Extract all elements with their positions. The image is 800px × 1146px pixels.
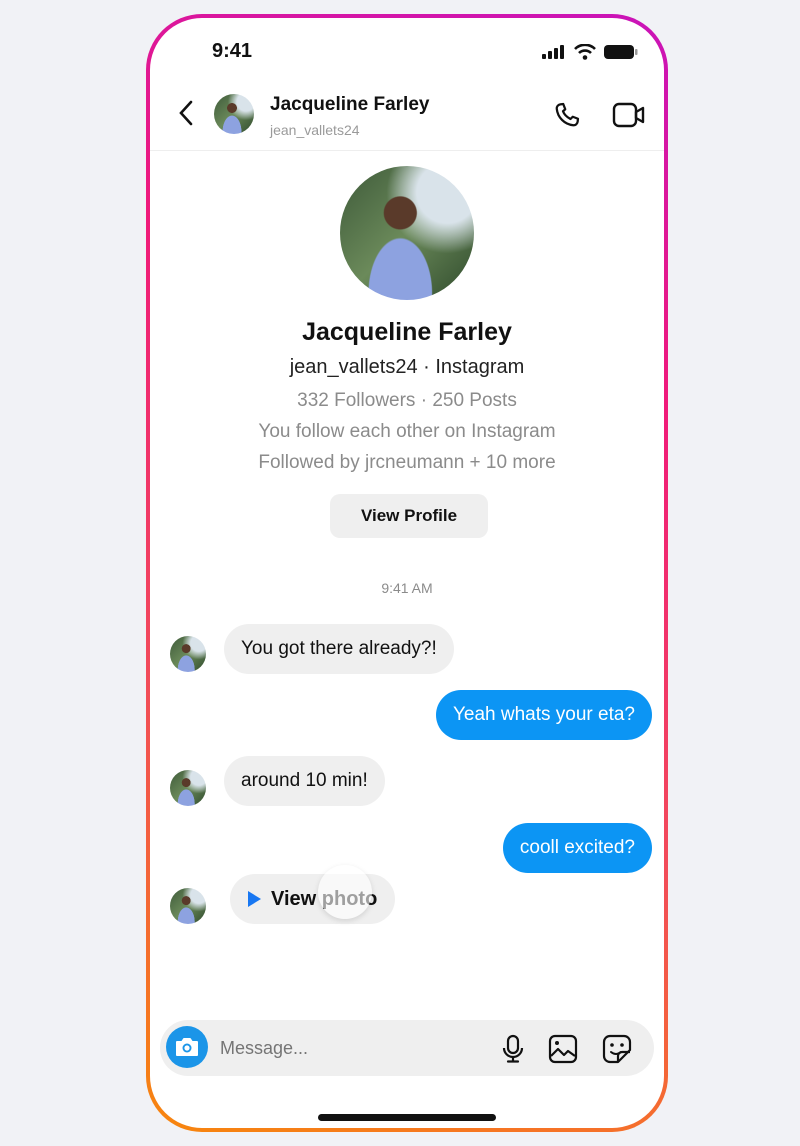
message-bubble-incoming[interactable]: You got there already?!	[224, 624, 454, 674]
phone-frame: 9:41 Jacqueline Farley jean_vallets24 Ja…	[146, 14, 668, 1132]
sender-avatar[interactable]	[170, 636, 206, 672]
camera-icon	[176, 1038, 198, 1056]
message-input[interactable]	[220, 1038, 420, 1059]
message-timestamp: 9:41 AM	[381, 580, 433, 596]
touch-indicator	[318, 865, 372, 919]
message-bubble-outgoing[interactable]: Yeah whats your eta?	[435, 690, 652, 740]
chat-header: Jacqueline Farley jean_vallets24	[150, 88, 664, 151]
back-chevron-icon[interactable]	[176, 98, 196, 128]
gallery-icon[interactable]	[548, 1034, 578, 1064]
message-composer	[160, 1020, 654, 1076]
microphone-icon[interactable]	[500, 1034, 526, 1064]
profile-name: Jacqueline Farley	[302, 318, 512, 346]
battery-icon	[604, 45, 638, 59]
status-time: 9:41	[212, 40, 253, 62]
sender-avatar[interactable]	[170, 770, 206, 806]
profile-followed-by[interactable]: Followed by jrcneumann + 10 more	[150, 452, 664, 474]
play-icon	[248, 891, 261, 907]
home-indicator[interactable]	[318, 1114, 496, 1121]
video-camera-icon[interactable]	[612, 100, 646, 130]
message-bubble-incoming[interactable]: around 10 min!	[224, 756, 385, 806]
view-profile-button[interactable]: View Profile	[330, 494, 488, 538]
sticker-icon[interactable]	[602, 1034, 632, 1064]
screen: 9:41 Jacqueline Farley jean_vallets24 Ja…	[150, 18, 664, 1128]
phone-icon[interactable]	[552, 100, 582, 130]
profile-avatar[interactable]	[340, 166, 474, 300]
header-name[interactable]: Jacqueline Farley	[270, 94, 429, 116]
status-bar: 9:41	[150, 38, 664, 66]
camera-button[interactable]	[166, 1026, 208, 1068]
profile-mutual: You follow each other on Instagram	[258, 421, 556, 442]
header-username: jean_vallets24	[270, 122, 360, 138]
sender-avatar[interactable]	[170, 888, 206, 924]
message-bubble-outgoing[interactable]: cooll excited?	[502, 823, 652, 873]
profile-username: jean_vallets24 · Instagram	[289, 356, 525, 378]
signal-icon	[542, 45, 564, 59]
profile-stats: 332 Followers · 250 Posts	[297, 390, 517, 411]
wifi-icon	[574, 44, 596, 60]
header-avatar[interactable]	[214, 94, 254, 134]
